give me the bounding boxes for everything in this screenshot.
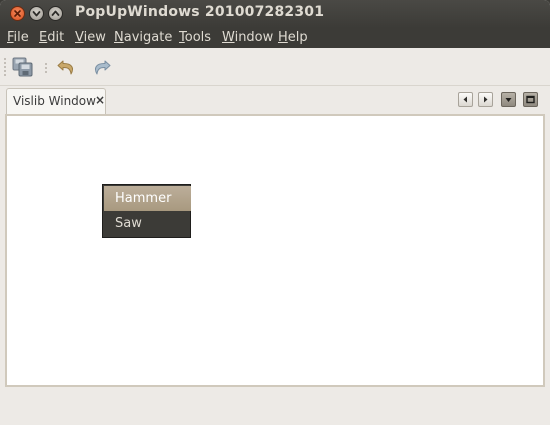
minimize-window-button[interactable]: [29, 6, 44, 21]
tab-label: Vislib Window: [13, 94, 96, 108]
scroll-left-icon: [463, 96, 467, 103]
tab-close-icon[interactable]: ×: [95, 93, 105, 107]
vislib-window-content[interactable]: [5, 114, 545, 387]
tab-bar: Vislib Window ×: [0, 86, 550, 114]
menu-edit-accel: E: [39, 30, 48, 45]
toolbar-separator-grip-icon: [45, 62, 47, 74]
tab-list-icon: [505, 98, 512, 102]
menu-navigate-label: avigate: [123, 30, 173, 45]
maximize-window-icon: [526, 95, 535, 104]
menu-file[interactable]: File: [7, 29, 29, 46]
redo-button[interactable]: [89, 55, 113, 79]
maximize-icon: [51, 10, 60, 16]
menu-navigate-accel: N: [114, 30, 124, 45]
popup-menu: Hammer Saw: [102, 184, 191, 238]
menu-tools[interactable]: Tools: [179, 29, 211, 46]
menu-view-accel: V: [75, 30, 84, 45]
popup-item-saw[interactable]: Saw: [104, 211, 191, 236]
undo-button[interactable]: [55, 55, 79, 79]
tab-vislib-window[interactable]: Vislib Window ×: [6, 88, 106, 114]
window-title: PopUpWindows 201007282301: [75, 4, 325, 20]
menu-help-label: elp: [287, 30, 308, 45]
menu-tools-label: ools: [184, 30, 212, 45]
menu-edit-label: dit: [47, 30, 65, 45]
menu-window[interactable]: Window: [222, 29, 273, 46]
save-all-icon: [12, 57, 33, 77]
menu-help-accel: H: [278, 30, 288, 45]
minimize-icon: [32, 11, 41, 17]
redo-icon: [95, 60, 111, 75]
close-window-button[interactable]: [10, 6, 25, 21]
maximize-tab-button[interactable]: [523, 92, 538, 107]
maximize-window-button[interactable]: [48, 6, 63, 21]
application-window: PopUpWindows 201007282301 File Edit View…: [0, 0, 550, 425]
popup-item-hammer[interactable]: Hammer: [104, 186, 191, 211]
save-all-button[interactable]: [11, 55, 35, 79]
tab-list-button[interactable]: [501, 92, 516, 107]
close-icon: [14, 10, 21, 17]
scroll-tabs-right-button[interactable]: [478, 92, 493, 107]
scroll-tabs-left-button[interactable]: [458, 92, 473, 107]
menu-help[interactable]: Help: [278, 29, 308, 46]
menu-window-accel: W: [222, 30, 235, 45]
toolbar-grip-icon[interactable]: [4, 57, 6, 77]
status-bar: [0, 389, 550, 425]
menu-edit[interactable]: Edit: [39, 29, 64, 46]
menu-view[interactable]: View: [75, 29, 106, 46]
menu-navigate[interactable]: Navigate: [114, 29, 172, 46]
menu-bar: File Edit View Navigate Tools Window Hel…: [0, 28, 550, 48]
undo-icon: [57, 60, 73, 75]
toolbar: [0, 48, 550, 86]
title-bar[interactable]: PopUpWindows 201007282301: [0, 0, 550, 28]
menu-file-label: ile: [13, 30, 29, 45]
menu-window-label: indow: [234, 30, 274, 45]
menu-view-label: iew: [83, 30, 106, 45]
scroll-right-icon: [484, 96, 488, 103]
